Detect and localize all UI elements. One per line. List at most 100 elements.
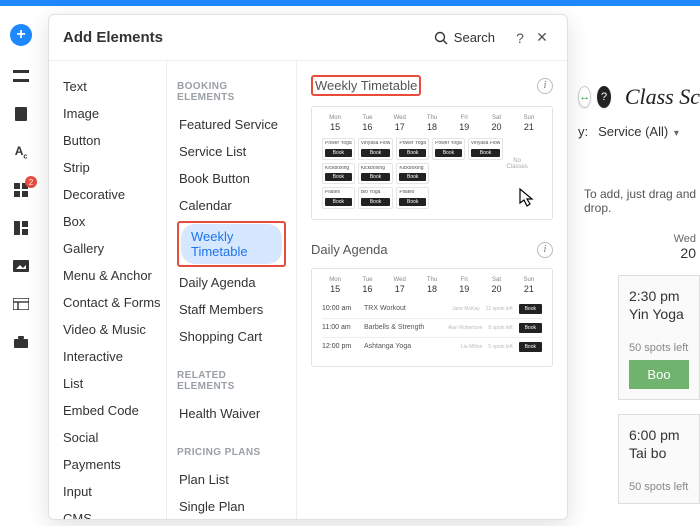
class-slot[interactable]: PilatesBook — [396, 187, 429, 209]
book-button[interactable]: Book — [361, 149, 391, 157]
element-item[interactable]: Calendar — [177, 192, 286, 219]
class-slot[interactable]: Bio YogaBook — [358, 187, 394, 209]
class-slot[interactable]: Power YogaBook — [432, 138, 465, 160]
weekly-timetable-preview[interactable]: Mon15Tue16Wed17Thu18Fri19Sat20Sun21 Powe… — [311, 106, 553, 220]
group-heading: BOOKING ELEMENTS — [177, 81, 286, 103]
category-item[interactable]: CMS — [63, 505, 166, 519]
category-item[interactable]: Gallery — [63, 235, 166, 262]
preview-pane: Weekly Timetable i Mon15Tue16Wed17Thu18F… — [297, 61, 567, 519]
category-item[interactable]: Strip — [63, 154, 166, 181]
element-item[interactable]: Book Button — [177, 165, 286, 192]
category-item[interactable]: Box — [63, 208, 166, 235]
day-column: Vinyasa FlowBook KickboxingBookBio YogaBo… — [358, 138, 394, 209]
element-item[interactable]: Weekly Timetable — [177, 219, 286, 269]
class-slot[interactable]: Vinyasa FlowBook — [358, 138, 394, 160]
book-button[interactable]: Book — [399, 149, 426, 157]
class-slot[interactable]: KickboxingBook — [322, 163, 355, 185]
daily-agenda-preview[interactable]: Mon15Tue16Wed17Thu18Fri19Sat20Sun21 10:0… — [311, 268, 553, 367]
day-header: Tue16 — [354, 277, 380, 294]
class-slot[interactable]: Power YogaBook — [322, 138, 355, 160]
book-button[interactable]: Book — [325, 198, 352, 206]
agenda-row[interactable]: 11:00 amBarbells & StrengthAlan Robertso… — [322, 318, 542, 337]
search-button[interactable]: Search — [434, 30, 495, 45]
apps-badge: 2 — [25, 176, 37, 188]
stretch-toggle[interactable]: ↔ — [578, 86, 591, 108]
data-icon[interactable] — [11, 296, 31, 312]
panel-title: Add Elements — [63, 29, 434, 46]
element-item[interactable]: Daily Agenda — [177, 269, 286, 296]
element-item[interactable]: Shopping Cart — [177, 323, 286, 350]
category-item[interactable]: List — [63, 370, 166, 397]
sections-icon[interactable] — [11, 68, 31, 84]
book-button[interactable]: Book — [435, 149, 462, 157]
help-button[interactable]: ? — [509, 30, 531, 46]
category-item[interactable]: Interactive — [63, 343, 166, 370]
category-item[interactable]: Decorative — [63, 181, 166, 208]
element-item[interactable]: Plan List — [177, 466, 286, 493]
day-header: Thu18 — [419, 115, 445, 132]
book-button[interactable]: Book — [361, 173, 391, 181]
day-header: Mon15 — [322, 277, 348, 294]
element-item[interactable]: Single Plan — [177, 493, 286, 519]
info-icon[interactable]: i — [537, 242, 553, 258]
book-button[interactable]: Book — [519, 342, 542, 352]
layout-icon[interactable] — [11, 220, 31, 236]
book-button[interactable]: Boo — [629, 360, 689, 389]
book-button[interactable]: Book — [325, 149, 352, 157]
category-item[interactable]: Video & Music — [63, 316, 166, 343]
day-header: Mon15 — [322, 115, 348, 132]
page-icon[interactable] — [11, 106, 31, 122]
day-header: Sat20 — [483, 277, 509, 294]
left-rail: + Ac 2 — [0, 6, 42, 526]
category-item[interactable]: Menu & Anchor — [63, 262, 166, 289]
business-icon[interactable] — [11, 334, 31, 350]
category-item[interactable]: Embed Code — [63, 397, 166, 424]
day-column: Vinyasa FlowBook — [468, 138, 504, 209]
element-item[interactable]: Health Waiver — [177, 400, 286, 427]
category-item[interactable]: Input — [63, 478, 166, 505]
service-filter[interactable]: Service (All) ▾ — [598, 124, 679, 139]
apps-icon[interactable]: 2 — [11, 182, 31, 198]
class-card[interactable]: 2:30 pm Yin Yoga 50 spots left Boo — [618, 275, 700, 400]
media-icon[interactable] — [11, 258, 31, 274]
day-header: Thu18 — [419, 277, 445, 294]
no-classes-label — [531, 138, 542, 158]
day-column: Power YogaBook KickboxingBookPilatesBook — [322, 138, 355, 209]
element-item[interactable]: Featured Service — [177, 111, 286, 138]
class-slot[interactable]: Vinyasa FlowBook — [468, 138, 504, 160]
element-item[interactable]: Service List — [177, 138, 286, 165]
book-button[interactable]: Book — [471, 149, 501, 157]
category-item[interactable]: Contact & Forms — [63, 289, 166, 316]
cursor-icon — [516, 187, 536, 209]
element-item[interactable]: Staff Members — [177, 296, 286, 323]
info-icon[interactable]: i — [537, 78, 553, 94]
help-toggle[interactable]: ? — [597, 86, 610, 108]
highlight-callout: Weekly Timetable — [177, 221, 286, 267]
styles-icon[interactable]: Ac — [11, 144, 31, 160]
category-item[interactable]: Text — [63, 73, 166, 100]
class-slot[interactable]: KickboxingBook — [396, 163, 429, 185]
day-header: Sat20 — [483, 115, 509, 132]
day-header: Sun21 — [516, 277, 542, 294]
class-slot[interactable]: KickboxingBook — [358, 163, 394, 185]
no-classes-label: No Classes — [506, 138, 527, 170]
category-item[interactable]: Social — [63, 424, 166, 451]
book-button[interactable]: Book — [399, 198, 426, 206]
agenda-row[interactable]: 12:00 pmAshtanga YogaLia Milton5 spots l… — [322, 337, 542, 356]
book-button[interactable]: Book — [519, 323, 542, 333]
preview-title: Weekly Timetable — [315, 78, 417, 93]
book-button[interactable]: Book — [519, 304, 542, 314]
book-button[interactable]: Book — [361, 198, 391, 206]
agenda-row[interactable]: 10:00 amTRX WorkoutJane McKay12 spots le… — [322, 300, 542, 318]
category-item[interactable]: Button — [63, 127, 166, 154]
add-button[interactable]: + — [10, 24, 32, 46]
category-item[interactable]: Image — [63, 100, 166, 127]
book-button[interactable]: Book — [325, 173, 352, 181]
class-slot[interactable]: Power YogaBook — [396, 138, 429, 160]
category-item[interactable]: Payments — [63, 451, 166, 478]
close-button[interactable]: ✕ — [531, 29, 553, 46]
book-button[interactable]: Book — [399, 173, 426, 181]
class-spots: 50 spots left — [629, 342, 689, 354]
class-slot[interactable]: PilatesBook — [322, 187, 355, 209]
class-card[interactable]: 6:00 pm Tai bo 50 spots left — [618, 414, 700, 504]
